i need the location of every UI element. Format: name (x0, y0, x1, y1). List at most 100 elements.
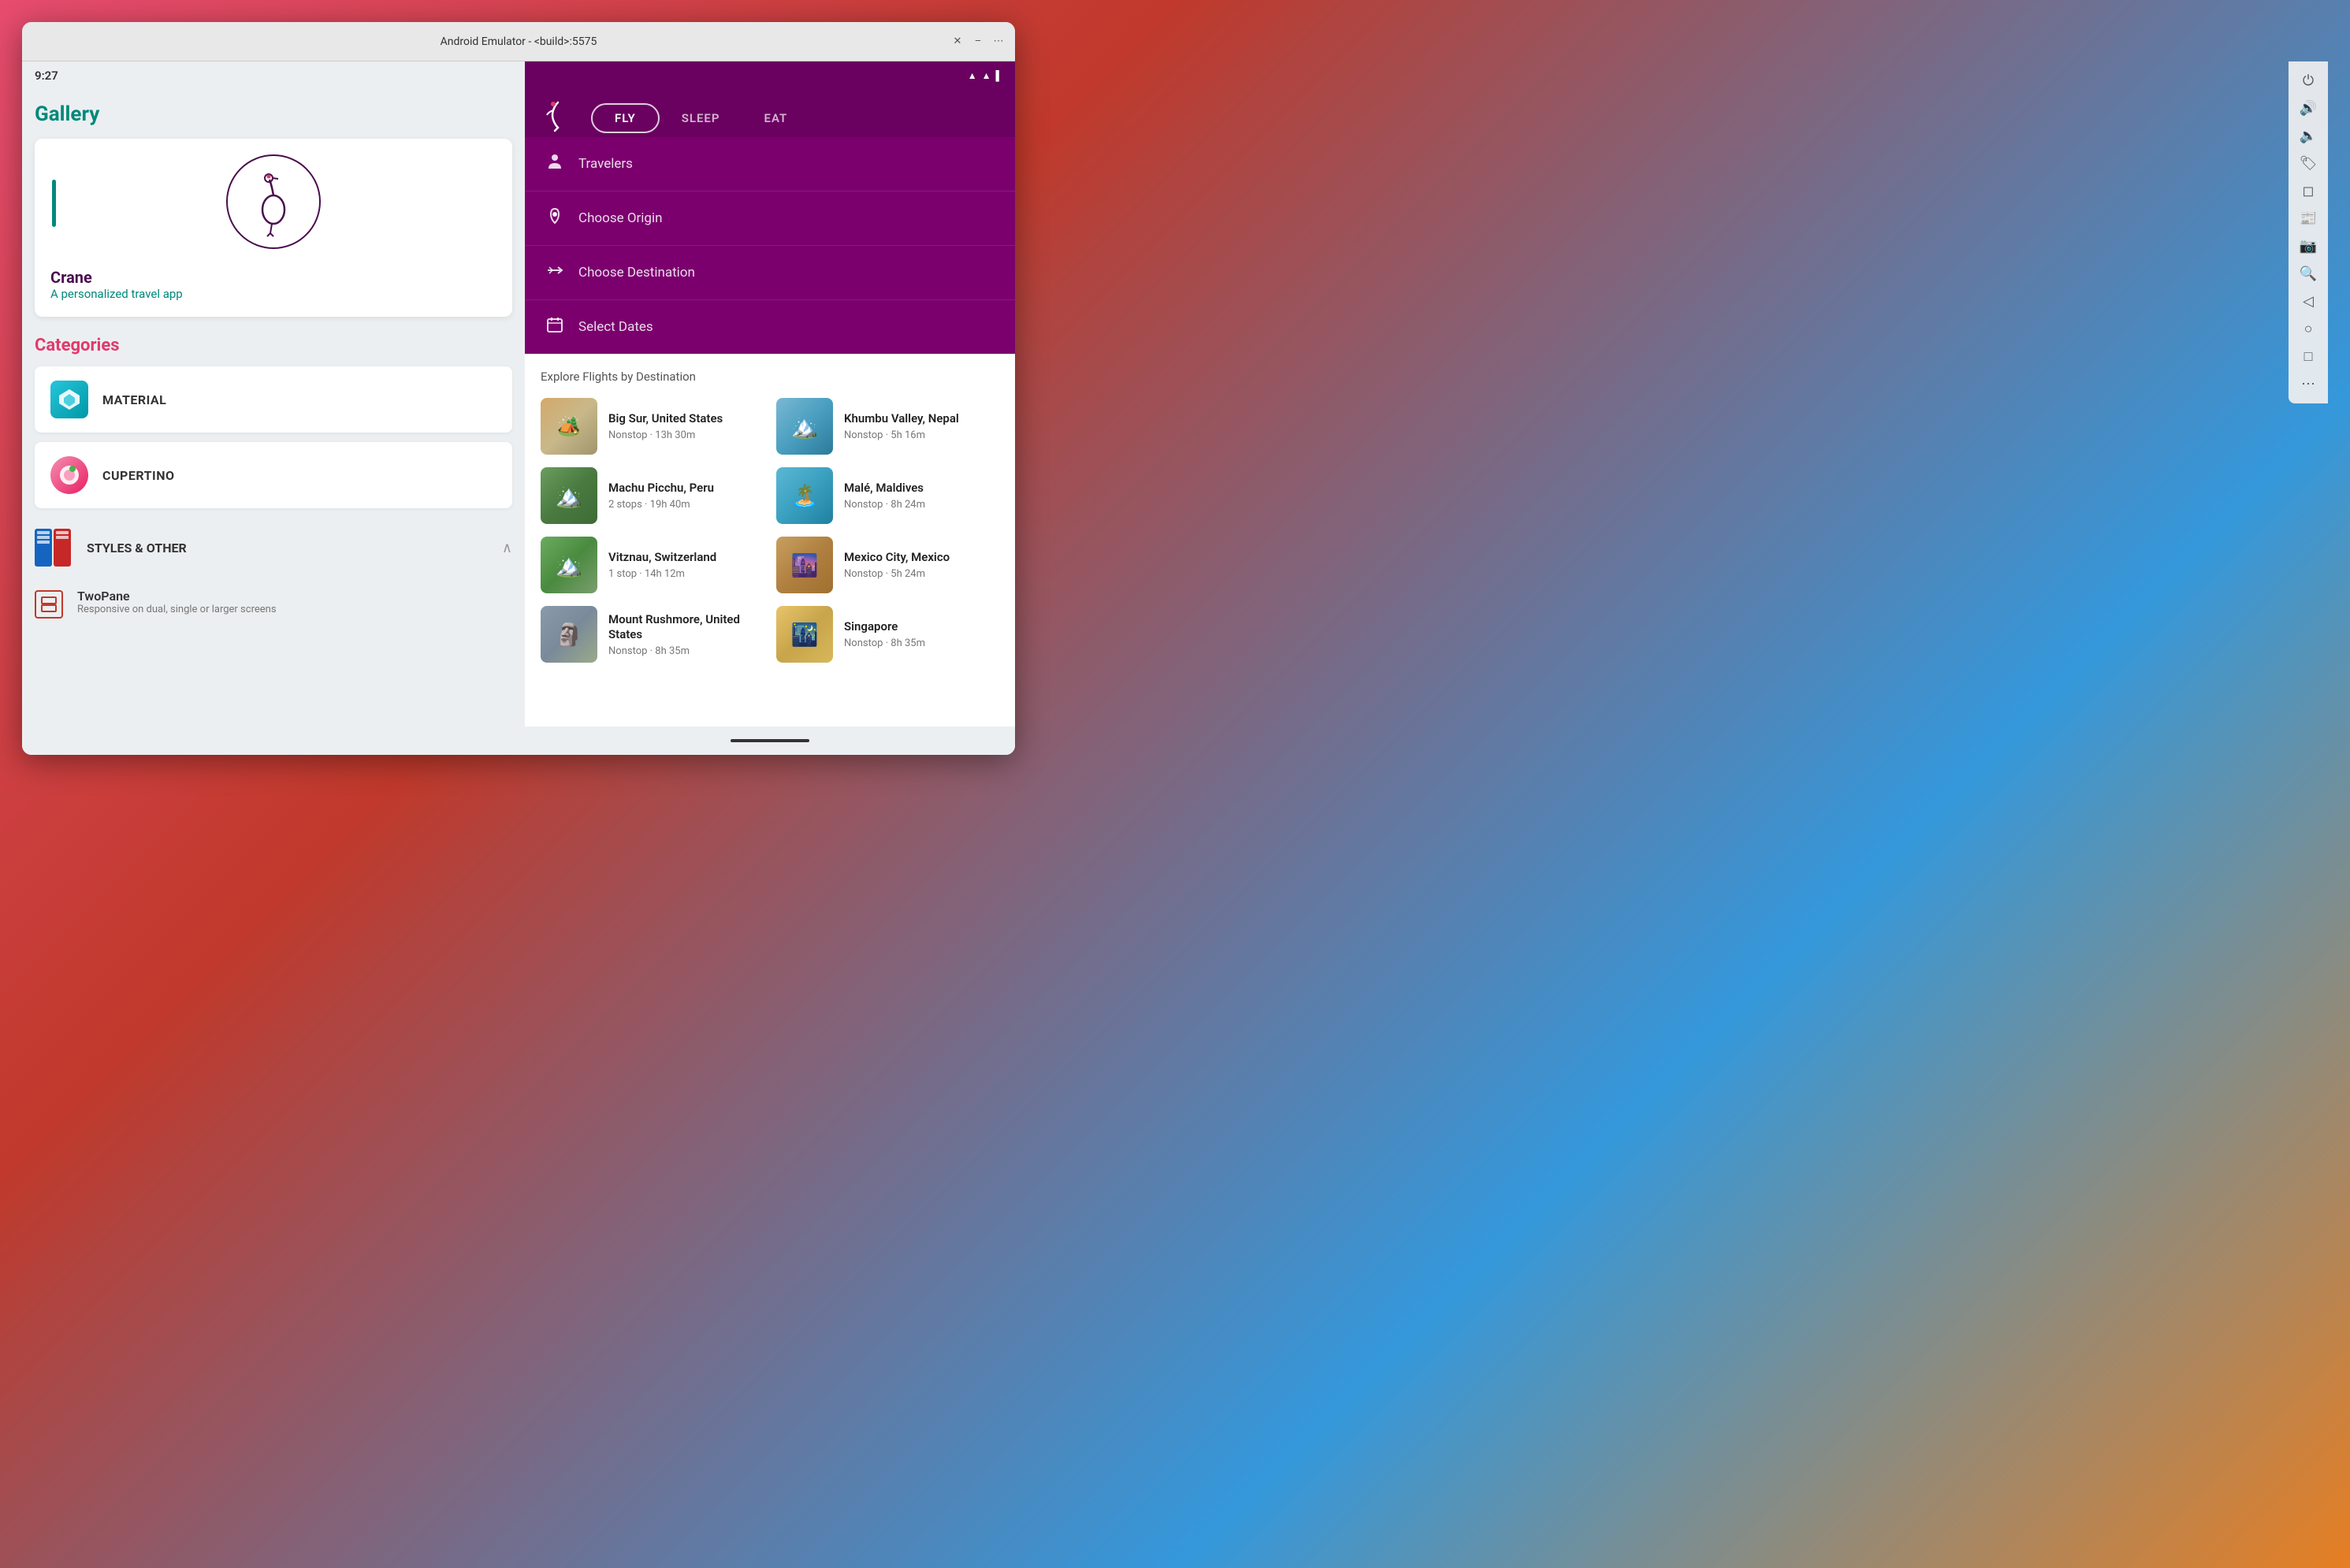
tag-icon[interactable]: 🏷 (2300, 155, 2318, 172)
dest-detail-singapore: Nonstop · 8h 35m (844, 637, 925, 649)
crane-brand-svg (541, 99, 575, 134)
signal-icon: ▲ (982, 70, 991, 81)
dest-mexico-city[interactable]: 🌆 Mexico City, Mexico Nonstop · 5h 24m (776, 537, 999, 593)
dest-image-machu-picchu: 🏔️ (541, 467, 597, 524)
travelers-icon (544, 153, 566, 175)
dest-detail-big-sur: Nonstop · 13h 30m (608, 429, 723, 441)
nav-eat[interactable]: EAT (742, 105, 810, 132)
styles-header[interactable]: STYLES & OTHER ∧ (35, 518, 512, 578)
close-button[interactable]: ✕ (950, 35, 965, 49)
camera-icon[interactable]: 📷 (2300, 238, 2317, 255)
dest-name-male: Malé, Maldives (844, 481, 925, 496)
dest-detail-mount-rushmore: Nonstop · 8h 35m (608, 645, 764, 657)
cupertino-icon-svg (57, 463, 82, 488)
categories-title: Categories (35, 336, 512, 355)
news-icon[interactable]: 📰 (2300, 210, 2317, 227)
destination-row[interactable]: Choose Destination (525, 246, 1015, 300)
crane-header: FLY SLEEP EAT (525, 90, 1015, 137)
featured-card[interactable]: Crane A personalized travel app (35, 139, 512, 317)
battery-icon: ▌ (995, 70, 1002, 81)
twopane-item[interactable]: TwoPane Responsive on dual, single or la… (35, 578, 512, 630)
dest-name-mexico-city: Mexico City, Mexico (844, 550, 950, 566)
emulator-window: Android Emulator - <build>:5575 ✕ – ⋯ 9:… (22, 22, 1015, 755)
dest-image-mount-rushmore: 🗿 (541, 606, 597, 663)
square-icon[interactable]: □ (2304, 348, 2313, 365)
power-icon[interactable]: ⏻ (2303, 72, 2314, 89)
status-bar-right: ▲ ▲ ▌ (525, 61, 1015, 90)
styles-section: STYLES & OTHER ∧ TwoPane (35, 518, 512, 630)
cupertino-icon (50, 456, 88, 494)
styles-icon (35, 529, 73, 567)
styles-label: STYLES & OTHER (87, 541, 502, 555)
crane-nav: FLY SLEEP EAT (591, 103, 809, 133)
dest-singapore[interactable]: 🌃 Singapore Nonstop · 8h 35m (776, 606, 999, 663)
volume-down-icon[interactable]: 🔈 (2300, 128, 2317, 144)
dest-name-mount-rushmore: Mount Rushmore, United States (608, 612, 764, 643)
gallery-title: Gallery (35, 102, 512, 126)
cupertino-label: CUPERTINO (102, 468, 496, 483)
dates-icon (544, 316, 566, 338)
destination-icon (544, 262, 566, 284)
dest-mount-rushmore[interactable]: 🗿 Mount Rushmore, United States Nonstop … (541, 606, 764, 663)
featured-app-desc: A personalized travel app (50, 287, 183, 301)
category-item-material[interactable]: MATERIAL (35, 366, 512, 433)
dest-detail-male: Nonstop · 8h 24m (844, 499, 925, 511)
circle-icon[interactable]: ○ (2304, 321, 2313, 337)
dest-male[interactable]: 🏝️ Malé, Maldives Nonstop · 8h 24m (776, 467, 999, 524)
right-panel: ▲ ▲ ▌ FLY SLEEP EA (525, 61, 1015, 755)
back-icon[interactable]: ◁ (2303, 293, 2314, 310)
eraser-icon[interactable]: ◻ (2303, 183, 2315, 199)
crane-logo-svg (246, 166, 301, 237)
zoom-icon[interactable]: 🔍 (2300, 266, 2317, 282)
origin-row[interactable]: Choose Origin (525, 191, 1015, 246)
dest-image-vitznau: 🏔️ (541, 537, 597, 593)
dest-detail-machu-picchu: 2 stops · 19h 40m (608, 499, 714, 511)
dest-image-khumbu: 🏔️ (776, 398, 833, 455)
dest-image-singapore: 🌃 (776, 606, 833, 663)
explore-title: Explore Flights by Destination (541, 370, 999, 384)
nav-fly[interactable]: FLY (591, 103, 660, 133)
category-item-cupertino[interactable]: CUPERTINO (35, 442, 512, 508)
dest-khumbu[interactable]: 🏔️ Khumbu Valley, Nepal Nonstop · 5h 16m (776, 398, 999, 455)
dest-detail-vitznau: 1 stop · 14h 12m (608, 568, 716, 580)
crane-logo (226, 154, 321, 249)
dest-big-sur[interactable]: 🏕️ Big Sur, United States Nonstop · 13h … (541, 398, 764, 455)
gallery-content: Gallery (22, 90, 525, 755)
travelers-label: Travelers (578, 156, 633, 172)
dest-image-mexico-city: 🌆 (776, 537, 833, 593)
twopane-icon (35, 590, 63, 619)
bottom-bar (731, 739, 809, 742)
more-button[interactable]: ⋯ (991, 35, 1006, 49)
dest-detail-khumbu: Nonstop · 5h 16m (844, 429, 959, 441)
nav-sleep[interactable]: SLEEP (660, 105, 742, 132)
dates-label: Select Dates (578, 319, 653, 335)
explore-section: Explore Flights by Destination 🏕️ Big Su… (525, 354, 1015, 726)
wifi-icon: ▲ (968, 70, 977, 81)
material-icon-svg (58, 388, 81, 411)
dest-image-big-sur: 🏕️ (541, 398, 597, 455)
title-bar-controls: ✕ – ⋯ (950, 35, 1006, 49)
volume-up-icon[interactable]: 🔊 (2300, 100, 2317, 117)
dest-name-big-sur: Big Sur, United States (608, 411, 723, 427)
left-panel: 9:27 Gallery (22, 61, 525, 755)
more-vert-icon[interactable]: ⋯ (2301, 376, 2315, 392)
dest-vitznau[interactable]: 🏔️ Vitznau, Switzerland 1 stop · 14h 12m (541, 537, 764, 593)
dest-image-male: 🏝️ (776, 467, 833, 524)
dest-machu-picchu[interactable]: 🏔️ Machu Picchu, Peru 2 stops · 19h 40m (541, 467, 764, 524)
bottom-nav (525, 726, 1015, 755)
title-bar-text: Android Emulator - <build>:5575 (441, 35, 597, 48)
crane-form: Travelers Choose Origin (525, 137, 1015, 354)
origin-label: Choose Origin (578, 210, 662, 226)
featured-app-name: Crane (50, 268, 92, 287)
status-bar-left: 9:27 (22, 61, 525, 90)
dest-name-singapore: Singapore (844, 619, 925, 635)
status-icons: ▲ ▲ ▌ (968, 70, 1002, 81)
dest-name-vitznau: Vitznau, Switzerland (608, 550, 716, 566)
scroll-indicator[interactable] (52, 180, 56, 227)
travelers-row[interactable]: Travelers (525, 137, 1015, 191)
dates-row[interactable]: Select Dates (525, 300, 1015, 354)
origin-icon (544, 207, 566, 229)
material-label: MATERIAL (102, 392, 496, 407)
twopane-text: TwoPane Responsive on dual, single or la… (77, 589, 512, 615)
minimize-button[interactable]: – (971, 35, 985, 49)
